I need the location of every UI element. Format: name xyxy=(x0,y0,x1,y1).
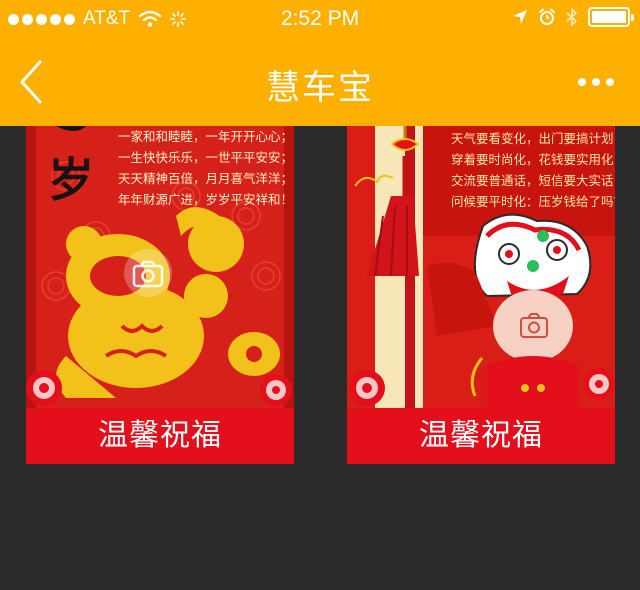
left-gutter xyxy=(0,252,26,590)
bluetooth-icon xyxy=(566,7,578,27)
greeting-card-monkey[interactable]: 岁 一家和和睦睦，一年开开心心； 一生快快乐乐，一世平平安安； 天天精神百倍，月… xyxy=(26,126,294,464)
greeting-card-lion[interactable]: 天气要看变化，出门要搞计划， 穿着要时尚化，花钱要实用化， 交流要普通话，短信要… xyxy=(347,126,615,464)
more-dot xyxy=(578,78,586,86)
right-gutter xyxy=(615,252,640,590)
alarm-clock-icon xyxy=(539,8,555,25)
card-label-bar: 温馨祝福 xyxy=(26,408,294,464)
greeting-poem: 一家和和睦睦，一年开开心心； 一生快快乐乐，一世平平安安； 天天精神百倍，月月喜… xyxy=(118,126,293,210)
poem-line: 交流要普通话，短信要大实话， xyxy=(451,173,615,188)
poem-line: 年年财源广进，岁岁平安祥和！ xyxy=(118,192,294,207)
poem-line: 天气要看变化，出门要搞计划， xyxy=(451,131,615,146)
art-calligraphy-char: 岁 xyxy=(48,153,94,207)
more-dot xyxy=(592,78,600,86)
navigation-bar: 慧车宝 xyxy=(0,40,640,126)
poem-line: 穿着要时尚化，花钱要实用化， xyxy=(451,152,615,167)
app-header: AT&T 2:52 PM 慧车宝 xyxy=(0,0,640,126)
poem-line: 天天精神百倍，月月喜气洋洋； xyxy=(118,171,294,186)
card-grid: 岁 一家和和睦睦，一年开开心心； 一生快快乐乐，一世平平安安； 天天精神百倍，月… xyxy=(0,126,640,590)
card-label: 温馨祝福 xyxy=(98,418,222,453)
poem-line: 一家和和睦睦，一年开开心心； xyxy=(118,129,294,144)
poem-line: 一生快快乐乐，一世平平安安； xyxy=(118,150,294,165)
more-options-button[interactable] xyxy=(578,78,614,86)
page-title: 慧车宝 xyxy=(266,68,374,108)
location-arrow-icon xyxy=(513,10,527,24)
status-bar: AT&T 2:52 PM xyxy=(0,0,640,40)
greeting-poem: 天气要看变化，出门要搞计划， 穿着要时尚化，花钱要实用化， 交流要普通话，短信要… xyxy=(451,128,615,212)
card-label-bar: 温馨祝福 xyxy=(347,408,615,464)
poem-line: 问候要平时化：压岁钱给了吗？ xyxy=(451,194,615,209)
card-label: 温馨祝福 xyxy=(419,418,543,453)
battery-icon xyxy=(588,7,634,27)
more-dot xyxy=(606,78,614,86)
middle-gutter xyxy=(294,252,347,590)
